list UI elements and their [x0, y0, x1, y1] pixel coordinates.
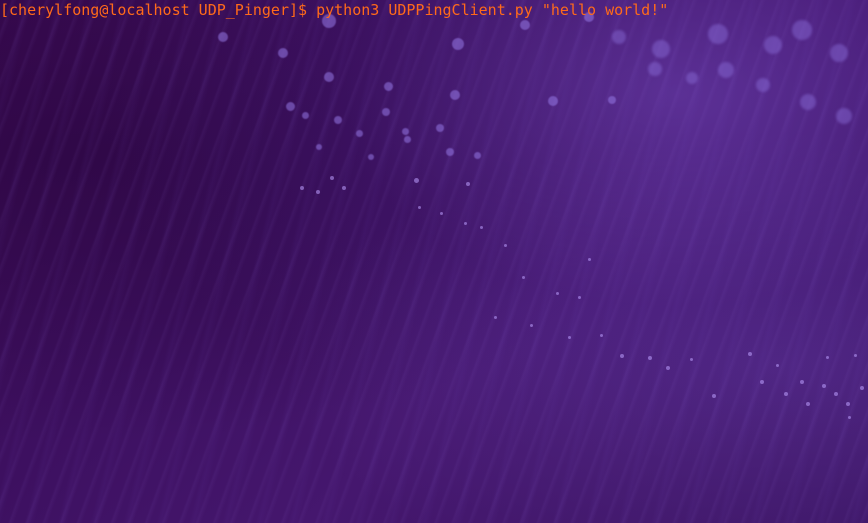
command-line[interactable]: [cherylfong@localhost UDP_Pinger]$ pytho…	[0, 1, 668, 20]
command-text: python3 UDPPingClient.py "hello world!"	[316, 1, 669, 19]
wallpaper-streaks	[0, 0, 868, 523]
shell-prompt: [cherylfong@localhost UDP_Pinger]$	[0, 1, 317, 19]
terminal-window[interactable]: [cherylfong@localhost UDP_Pinger]$ pytho…	[0, 0, 868, 523]
